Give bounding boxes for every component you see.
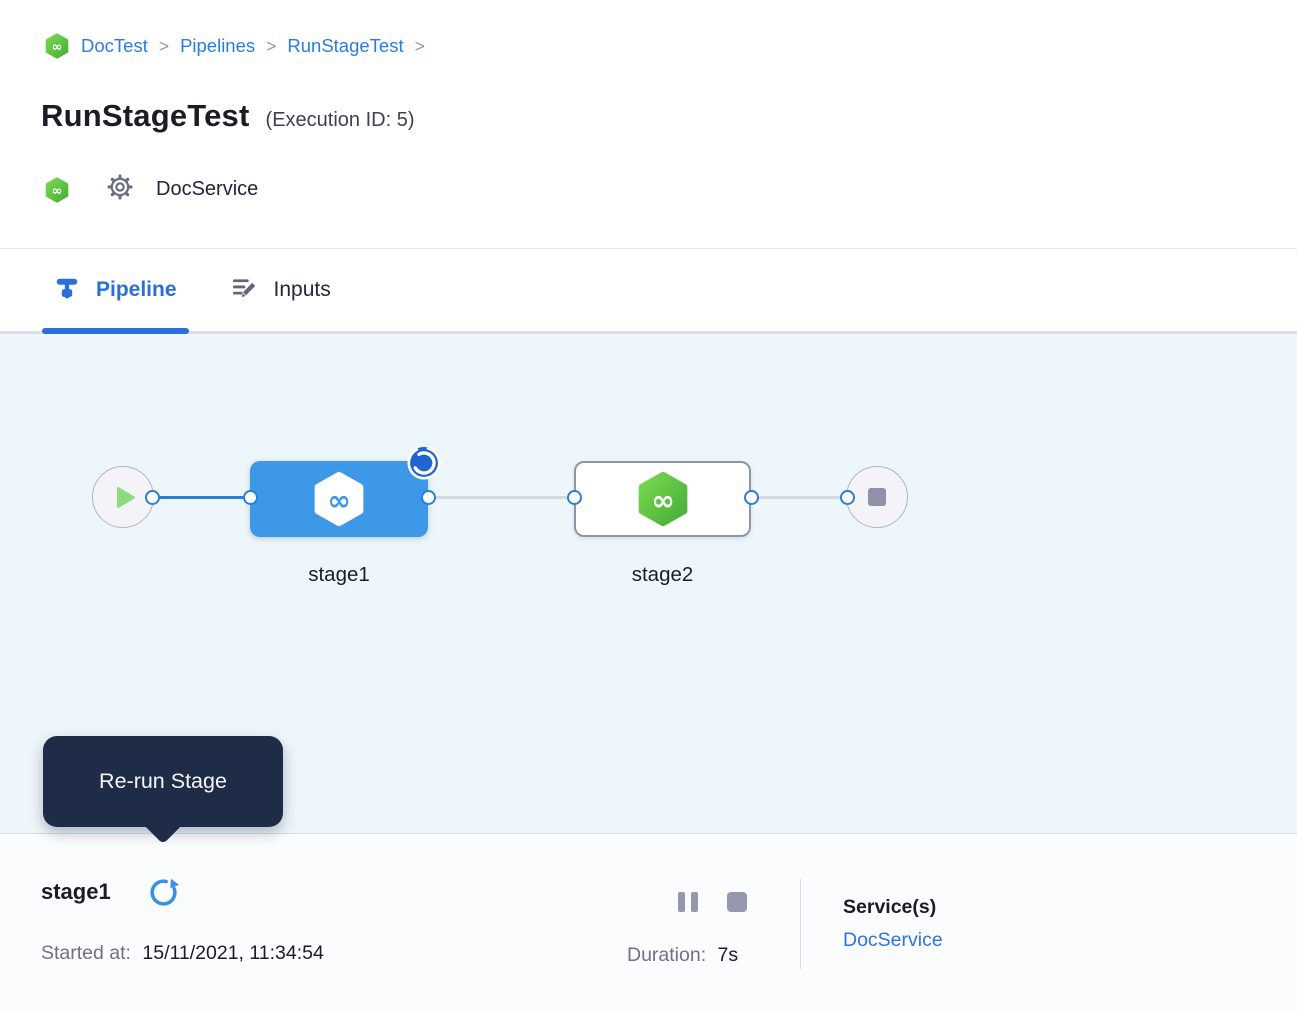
harness-logo-icon: ∞ [44,33,70,59]
svg-text:∞: ∞ [651,484,674,517]
stage-label: stage2 [574,563,751,587]
tab-pipeline-label: Pipeline [96,278,177,302]
stop-icon [868,488,886,506]
pipeline-icon [54,275,80,306]
stage-label: stage1 [250,563,428,587]
edge-stage1-to-stage2 [428,496,576,499]
svg-text:∞: ∞ [327,484,350,517]
tooltip-label: Re-run Stage [99,769,227,794]
selected-stage: stage1 [41,875,180,908]
connector-dot [145,490,160,505]
harness-stage-icon: ∞ [635,471,691,527]
breadcrumb-link-pipeline-name[interactable]: RunStageTest [287,35,403,57]
breadcrumb-separator: > [266,36,276,57]
pause-button[interactable] [678,892,698,912]
pipeline-canvas[interactable]: ∞ ∞ [0,334,1297,833]
inputs-edit-icon [231,274,258,306]
duration-value: 7s [718,944,739,966]
breadcrumb-link-project[interactable]: DocTest [81,35,148,57]
breadcrumb: ∞ DocTest > Pipelines > RunStageTest > [44,33,425,59]
stage-status-bar: stage1 Started at: 15/11/2021, 11:34:54 … [0,833,1297,1012]
started-at-label: Started at: [41,942,131,964]
abort-button[interactable] [727,892,747,912]
connector-dot [421,490,436,505]
started-at: Started at: 15/11/2021, 11:34:54 [41,942,324,965]
connector-dot [840,490,855,505]
stage-node-stage2[interactable]: ∞ [574,461,751,537]
tab-bar: Pipeline Inputs [0,249,1297,334]
execution-id: (Execution ID: 5) [266,109,415,132]
duration: Duration: 7s [627,944,738,967]
breadcrumb-separator: > [415,36,425,57]
stage-node-stage1[interactable]: ∞ [250,461,428,537]
tab-inputs-label: Inputs [274,278,331,302]
selected-stage-name: stage1 [41,879,111,905]
duration-label: Duration: [627,944,706,966]
rerun-stage-button[interactable] [147,875,180,908]
service-row: ∞ [44,173,258,206]
service-name: DocService [156,178,258,201]
running-spinner-icon [406,445,442,481]
breadcrumb-link-pipelines[interactable]: Pipelines [180,35,255,57]
tab-inputs[interactable]: Inputs [219,249,343,331]
pipeline-execution-page: ∞ DocTest > Pipelines > RunStageTest > R… [0,0,1297,1012]
execution-controls [678,892,747,912]
connector-dot [567,490,582,505]
started-at-value: 15/11/2021, 11:34:54 [142,942,323,964]
services-label: Service(s) [843,896,943,919]
rerun-stage-tooltip: Re-run Stage [43,736,283,827]
edge-start-to-stage1 [150,496,253,499]
edge-stage2-to-end [750,496,850,499]
svg-text:∞: ∞ [52,183,63,198]
header: ∞ DocTest > Pipelines > RunStageTest > R… [0,0,1297,249]
play-icon [117,487,135,508]
end-node [846,466,908,528]
gear-icon [106,173,134,206]
svg-text:∞: ∞ [52,40,63,55]
services-block: Service(s) DocService [843,896,943,952]
page-title: RunStageTest [41,98,250,134]
connector-dot [744,490,759,505]
tab-pipeline[interactable]: Pipeline [42,249,189,331]
harness-service-icon: ∞ [44,177,70,203]
service-link[interactable]: DocService [843,929,943,952]
harness-stage-icon: ∞ [311,471,367,527]
connector-dot [243,490,258,505]
breadcrumb-separator: > [159,36,169,57]
title-row: RunStageTest (Execution ID: 5) [41,98,414,134]
vertical-divider [800,879,801,969]
